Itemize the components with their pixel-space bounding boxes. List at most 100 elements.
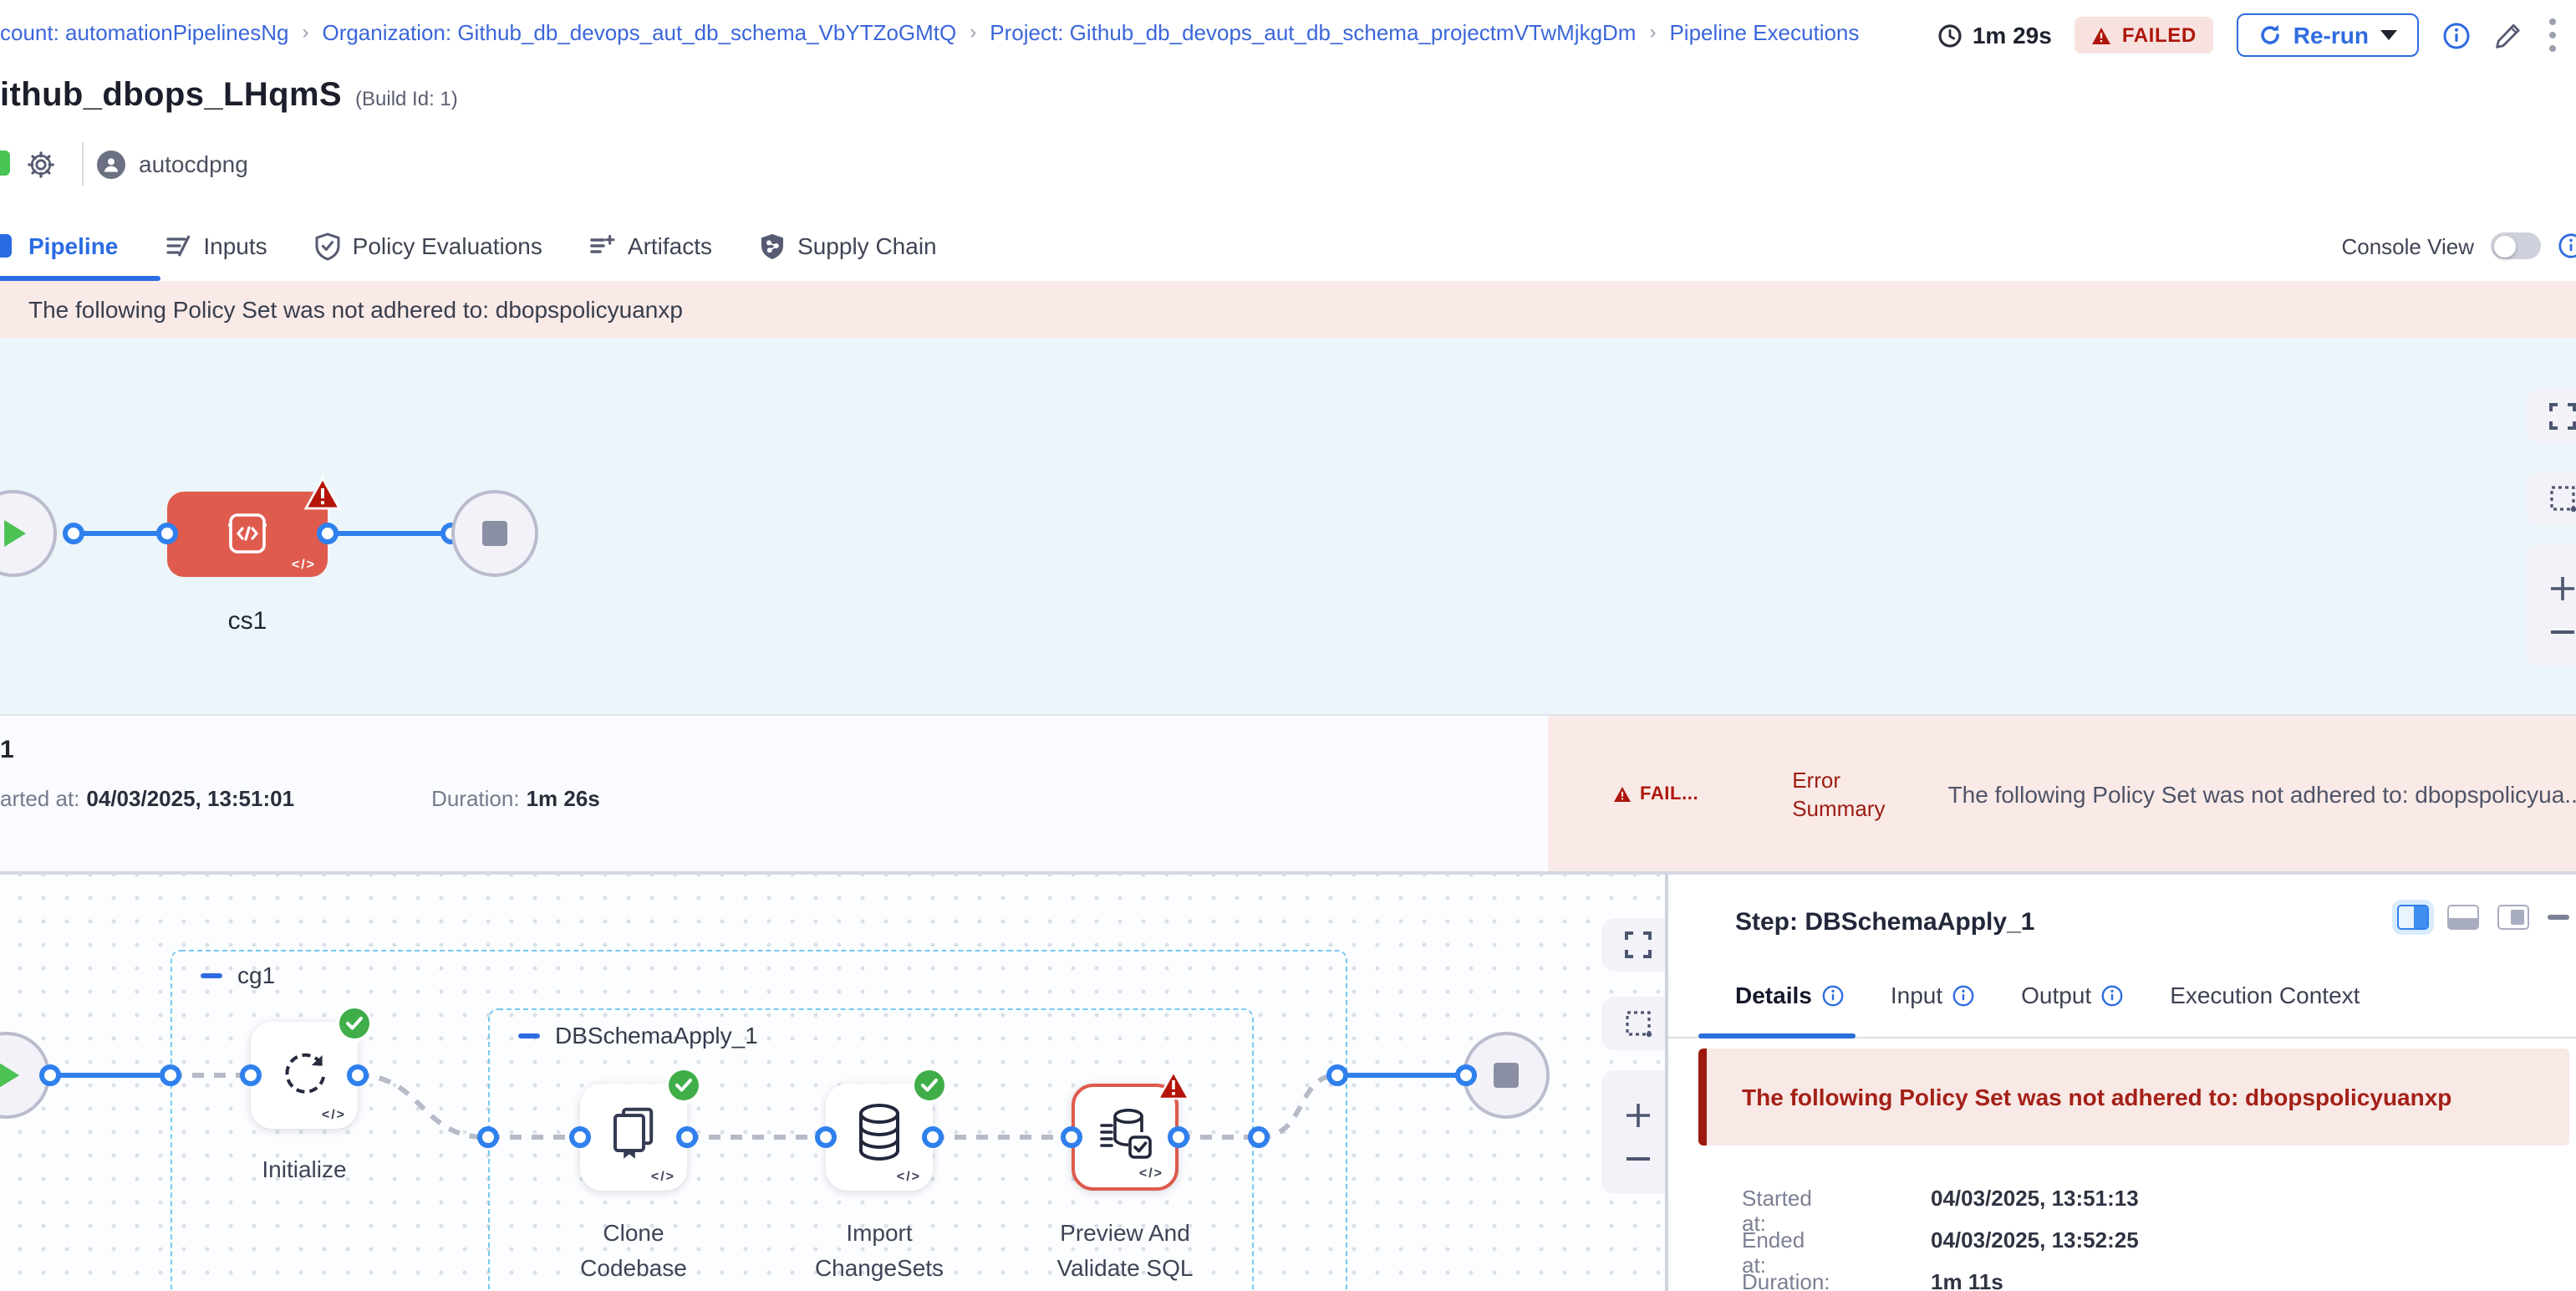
play-icon [0,1062,19,1089]
step-error-message: The following Policy Set was not adhered… [1698,1049,2569,1146]
execution-graph-canvas[interactable]: cg1 DBSchemaApply_1 </> In [0,875,1665,1291]
pipeline-meta-row: autocdpng [0,140,248,187]
stage-started-value: 04/03/2025, 13:51:01 [86,786,294,811]
more-options-icon[interactable] [2546,15,2559,55]
connector-point [63,523,84,544]
group-label-dbschemaapply[interactable]: DBSchemaApply_1 [518,1022,758,1049]
stage-node-cs1[interactable]: </> [167,492,328,577]
connector-point [1248,1126,1270,1148]
error-summary-text: The following Policy Set was not adhered… [1948,781,2576,808]
layout-bottom-icon[interactable] [2447,905,2479,930]
pipeline-stage-canvas[interactable]: </> cs1 [0,338,2576,714]
top-header: count: automationPipelinesNg › Organizat… [0,0,2576,212]
page-title: ithub_dbops_LHqmS [0,77,342,115]
build-id: (Build Id: 1) [355,87,458,110]
connector-point [676,1126,698,1148]
tab-output[interactable]: Output [2021,982,2123,1008]
code-glyph: </> [322,1107,346,1122]
shield-check-icon [314,232,341,260]
tab-execution-context[interactable]: Execution Context [2170,982,2360,1008]
stage-started-label: arted at: [0,786,79,811]
breadcrumb-separator: › [970,20,976,43]
info-icon [2101,984,2123,1006]
console-view-label: Console View [2341,233,2474,258]
rerun-button[interactable]: Re-run [2237,13,2419,57]
connector-point [317,523,339,544]
shield-network-icon [759,232,786,260]
code-glyph: </> [292,557,316,572]
pipeline-tab-icon [0,234,12,258]
step-label-import-changesets: Import ChangeSets [787,1216,971,1286]
graph-marquee-select-button[interactable] [1601,997,1665,1050]
breadcrumb-project[interactable]: Project: Github_db_devops_aut_db_schema_… [990,19,1636,44]
graph-fullscreen-button[interactable] [1601,918,1665,972]
connector-point [160,1064,181,1086]
zoom-out-button[interactable] [1625,1156,1652,1162]
connector-point [569,1126,591,1148]
stage-failed-badge [304,477,338,507]
trigger-type-icon [0,151,10,176]
user-avatar-icon [97,150,125,178]
zoom-controls [2526,545,2576,666]
code-glyph: </> [1139,1166,1163,1181]
info-icon[interactable] [2442,21,2471,49]
zoom-in-button[interactable] [1625,1102,1652,1129]
connector-point [240,1064,262,1086]
minimize-panel-icon[interactable] [2548,915,2569,920]
step-details-title: Step: DBSchemaApply_1 [1735,908,2034,936]
connector-point [347,1064,369,1086]
tab-details[interactable]: Details [1735,982,1844,1008]
collapse-icon[interactable] [518,1033,540,1038]
error-summary-label: Error Summary [1792,766,1901,823]
zoom-in-button[interactable] [2549,575,2576,602]
gear-icon[interactable] [27,150,55,178]
code-glyph: </> [897,1169,921,1184]
warning-triangle-icon [2092,26,2112,44]
pipeline-end-node [451,490,538,577]
collapse-icon[interactable] [201,972,222,977]
breadcrumb-separator: › [302,20,308,43]
fullscreen-button[interactable] [2526,390,2576,443]
tab-policy-evaluations[interactable]: Policy Evaluations [291,211,566,281]
tab-artifacts[interactable]: Artifacts [566,211,736,281]
tab-supply-chain[interactable]: Supply Chain [736,211,960,281]
edit-pencil-icon[interactable] [2494,21,2523,49]
step-success-badge [339,1008,369,1038]
stage-info-bar: 1 arted at: 04/03/2025, 13:51:01 Duratio… [0,714,2576,873]
layout-floating-icon[interactable] [2497,905,2529,930]
console-info-icon[interactable] [2558,232,2576,259]
connector-point [815,1126,837,1148]
console-view-toggle[interactable] [2491,232,2541,259]
step-node-preview-validate-sql[interactable]: </> [1072,1084,1179,1191]
connector-point [1061,1126,1082,1148]
tab-pipeline[interactable]: Pipeline [0,211,141,281]
connector-point [1168,1126,1189,1148]
tab-inputs[interactable]: Inputs [141,211,290,281]
play-icon [4,520,26,547]
connector-point [1455,1064,1477,1086]
step-node-import-changesets[interactable]: </> [826,1084,933,1191]
elapsed-time: 1m 29s [1937,22,2052,48]
connector-point [922,1126,944,1148]
breadcrumb-pipeline-executions[interactable]: Pipeline Executions [1669,19,1859,44]
step-node-initialize[interactable]: </> [251,1022,358,1129]
code-glyph: </> [651,1169,675,1184]
step-label-preview-validate-sql: Preview And Validate SQL [1033,1216,1217,1286]
graph-zoom-controls [1601,1070,1665,1194]
chevron-down-icon [2380,30,2397,40]
connector-point [1326,1064,1348,1086]
stage-error-summary: FAIL... Error Summary The following Poli… [1548,716,2576,873]
step-node-clone-codebase[interactable]: </> [580,1084,687,1191]
execution-tabs: Pipeline Inputs Policy Evaluations Artif… [0,211,2576,281]
breadcrumb-account[interactable]: count: automationPipelinesNg [0,19,288,44]
stage-name-label: cs1 [167,607,328,635]
group-label-cg1[interactable]: cg1 [201,962,275,988]
marquee-select-button[interactable] [2526,472,2576,525]
zoom-out-button[interactable] [2549,629,2576,635]
layout-split-right-icon[interactable] [2397,905,2429,930]
breadcrumb-organization[interactable]: Organization: Github_db_devops_aut_db_sc… [322,19,956,44]
breadcrumb: count: automationPipelinesNg › Organizat… [0,17,1859,47]
inputs-icon [165,232,191,259]
stage-fail-badge: FAIL... [1613,784,1698,804]
tab-input[interactable]: Input [1891,982,1974,1008]
